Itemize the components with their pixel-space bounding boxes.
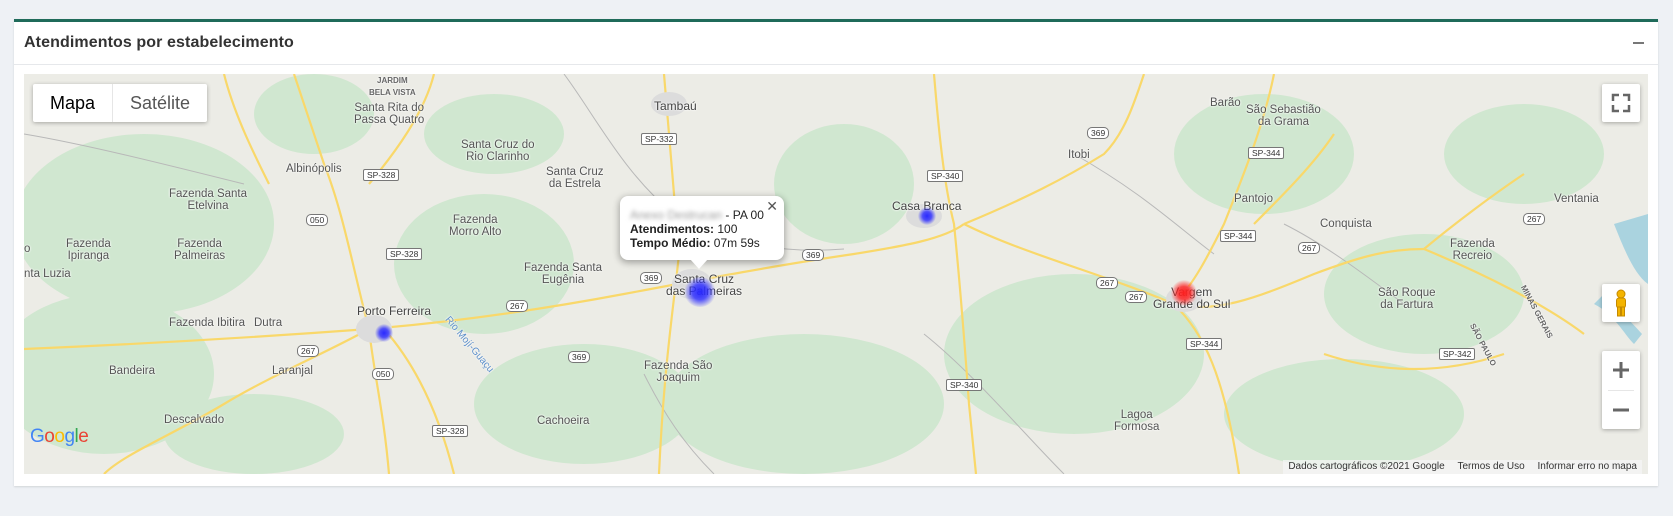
road-shield: SP-340 [927, 170, 964, 182]
place-label: Fazenda Ipiranga [66, 238, 111, 262]
google-logo[interactable]: Google [30, 426, 89, 448]
road-shield: 267 [1096, 277, 1119, 289]
heatmap-point [375, 324, 393, 342]
place-label: Lagoa Formosa [1114, 409, 1160, 433]
road-shield: SP-328 [432, 425, 469, 437]
road-shield: SP-340 [946, 379, 983, 391]
place-label: São Roque da Fartura [1378, 287, 1436, 311]
place-label: Tambaú [654, 99, 697, 113]
street-view-pegman[interactable] [1602, 284, 1640, 322]
tempo-medio-value: 07m 59s [713, 236, 760, 250]
atendimentos-label: Atendimentos: [630, 222, 714, 236]
place-label: Fazenda Palmeiras [174, 238, 226, 262]
close-icon[interactable]: ✕ [766, 198, 778, 215]
place-label: Fazenda Morro Alto [449, 214, 502, 238]
road-shield: 267 [1125, 291, 1148, 303]
place-label: Barão [1210, 97, 1241, 109]
fullscreen-button[interactable] [1602, 84, 1640, 122]
place-label: Porto Ferreira [357, 304, 432, 318]
panel-header: Atendimentos por estabelecimento [14, 22, 1658, 65]
road-shield: SP-344 [1220, 230, 1257, 242]
establishment-suffix: - PA 00 [725, 208, 764, 222]
road-shield: SP-328 [386, 248, 423, 260]
zoom-in-button[interactable] [1602, 351, 1640, 389]
minus-icon [1613, 408, 1629, 412]
zoom-control [1602, 351, 1640, 429]
place-label: Pantojo [1234, 193, 1274, 205]
place-label: JARDIM BELA VISTA [369, 76, 416, 97]
place-label: Santa Rita do Passa Quatro [354, 102, 425, 126]
road-shield: SP-342 [1439, 348, 1476, 360]
road-shield: 050 [372, 368, 395, 380]
pegman-icon [1616, 289, 1626, 317]
place-label: Laranjal [272, 365, 313, 377]
info-atendimentos: Atendimentos: 100 [630, 222, 737, 236]
road-shield: 267 [506, 300, 529, 312]
heatmap-point [1171, 280, 1197, 306]
road-shield: SP-332 [641, 133, 678, 145]
place-label: São Sebastião da Grama [1246, 104, 1321, 128]
place-label: Cachoeira [537, 415, 590, 427]
heatmap-point [918, 207, 936, 225]
place-label: Fazenda Recreio [1450, 238, 1495, 262]
terms-link[interactable]: Termos de Uso [1457, 461, 1524, 472]
place-label: Fazenda Santa Etelvina [169, 188, 248, 212]
place-label: Santa Cruz do Rio Clarinho [461, 139, 535, 163]
road-shield: 267 [297, 345, 320, 357]
place-label: Albinópolis [286, 163, 342, 175]
info-window-tail [690, 259, 708, 269]
road-shield: SP-344 [1248, 147, 1285, 159]
map-roads [24, 74, 1648, 474]
place-label: Fazenda Santa Eugênia [524, 262, 603, 286]
place-label: Ventania [1554, 193, 1599, 205]
place-label: Conquista [1320, 218, 1372, 230]
zoom-out-button[interactable] [1602, 391, 1640, 429]
map-data-credit: Dados cartográficos ©2021 Google [1288, 461, 1445, 472]
road-shield: 369 [640, 272, 663, 284]
road-shield: 369 [568, 351, 591, 363]
place-label: Itobi [1068, 149, 1090, 161]
place-label: Fazenda Ibitira [169, 317, 246, 329]
heatmap-point [684, 277, 716, 307]
place-label: Santa Cruz da Estrela [546, 166, 604, 190]
panel-title: Atendimentos por estabelecimento [24, 34, 294, 51]
map-panel: Atendimentos por estabelecimento JARDIM … [14, 19, 1658, 486]
road-shield: 267 [1298, 242, 1321, 254]
road-shield: 369 [1087, 127, 1110, 139]
atendimentos-value: 100 [717, 222, 738, 236]
map-type-satellite-button[interactable]: Satélite [112, 84, 207, 122]
map-attribution: Dados cartográficos ©2021 Google Termos … [1283, 460, 1642, 474]
tempo-medio-label: Tempo Médio: [630, 236, 711, 250]
road-shield: 050 [306, 214, 329, 226]
place-label: o [24, 243, 31, 255]
place-label: Fazenda São Joaquim [644, 360, 713, 384]
place-label: nta Luzia [24, 268, 71, 280]
fullscreen-icon [1611, 93, 1631, 113]
map-type-mapa-button[interactable]: Mapa [33, 84, 112, 122]
establishment-name: Anexo Destrucan [630, 208, 723, 222]
place-label: Bandeira [109, 365, 156, 377]
info-title: Anexo Destrucan - PA 00 [630, 208, 764, 222]
collapse-icon[interactable] [1633, 42, 1644, 44]
place-label: Dutra [254, 317, 283, 329]
road-shield: SP-344 [1186, 338, 1223, 350]
road-shield: SP-328 [363, 169, 400, 181]
place-label: Descalvado [164, 414, 225, 426]
google-map[interactable]: JARDIM BELA VISTA Tambaú Santa Rita do P… [24, 74, 1648, 474]
info-tempo-medio: Tempo Médio: 07m 59s [630, 236, 760, 250]
info-window: ✕ Anexo Destrucan - PA 00 Atendimentos: … [620, 196, 784, 269]
map-type-control: Mapa Satélite [33, 84, 208, 122]
report-error-link[interactable]: Informar erro no mapa [1538, 461, 1638, 472]
road-shield: 267 [1523, 213, 1546, 225]
plus-icon [1613, 362, 1629, 378]
road-shield: 369 [802, 249, 825, 261]
